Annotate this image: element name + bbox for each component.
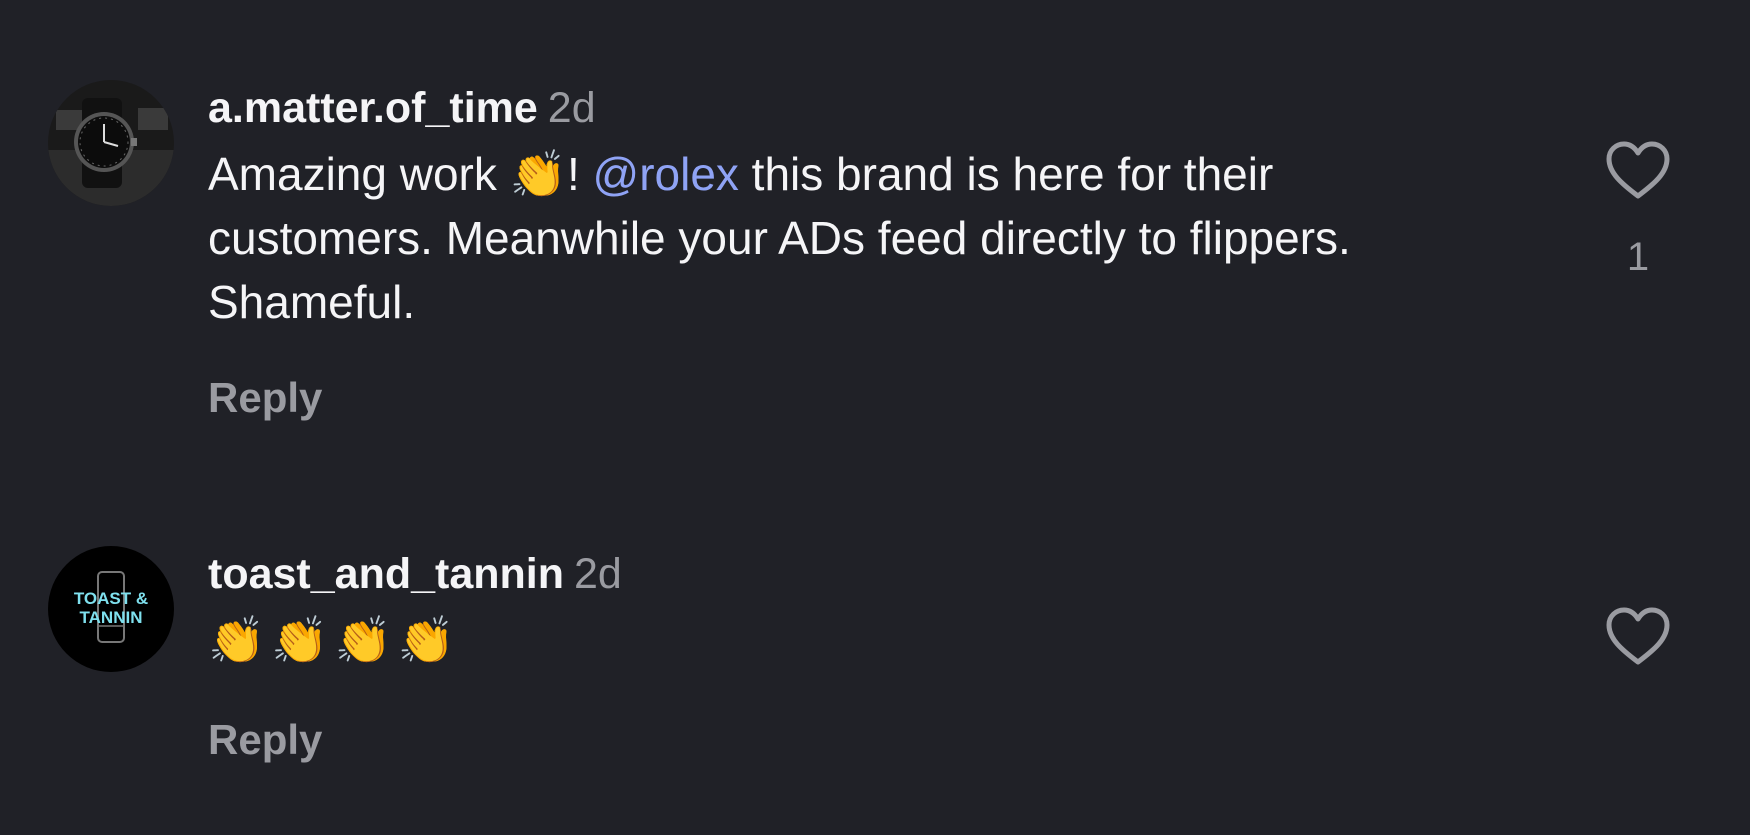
comment-header: a.matter.of_time 2d: [208, 82, 1528, 134]
heart-icon[interactable]: [1604, 140, 1672, 202]
logo-text: TOAST &: [74, 589, 148, 608]
comment-text-part: !: [566, 148, 593, 200]
reply-button[interactable]: Reply: [208, 716, 322, 764]
comment-time: 2d: [574, 550, 622, 598]
username[interactable]: a.matter.of_time: [208, 84, 538, 132]
comment-text-part: Amazing work: [208, 148, 510, 200]
comment-text: 👏👏👏👏: [208, 608, 1508, 672]
clapping-hands-emoji: 👏👏👏👏: [208, 614, 462, 666]
comment-header: toast_and_tannin 2d: [208, 548, 1528, 600]
heart-icon[interactable]: [1604, 606, 1672, 668]
reply-button[interactable]: Reply: [208, 374, 322, 422]
like-control: [1604, 606, 1672, 673]
like-count: 1: [1626, 235, 1650, 279]
mention-link[interactable]: @rolex: [593, 148, 739, 200]
like-control: 1: [1604, 140, 1672, 280]
logo-text: TANNIN: [80, 608, 143, 627]
comment-text: Amazing work 👏! @rolex this brand is her…: [208, 142, 1508, 334]
clapping-hands-emoji: 👏: [509, 148, 567, 200]
watch-avatar-icon: [48, 80, 174, 206]
avatar[interactable]: TOAST & TANNIN: [48, 546, 174, 672]
avatar[interactable]: [48, 80, 174, 206]
comment-body: a.matter.of_time 2d Amazing work 👏! @role…: [208, 82, 1528, 421]
comment-body: toast_and_tannin 2d 👏👏👏👏 Reply: [208, 548, 1528, 763]
comment-time: 2d: [547, 84, 596, 132]
username[interactable]: toast_and_tannin: [208, 550, 564, 598]
comments-list: a.matter.of_time 2d Amazing work 👏! @role…: [0, 0, 1750, 835]
toast-and-tannin-logo: TOAST & TANNIN: [48, 546, 174, 672]
